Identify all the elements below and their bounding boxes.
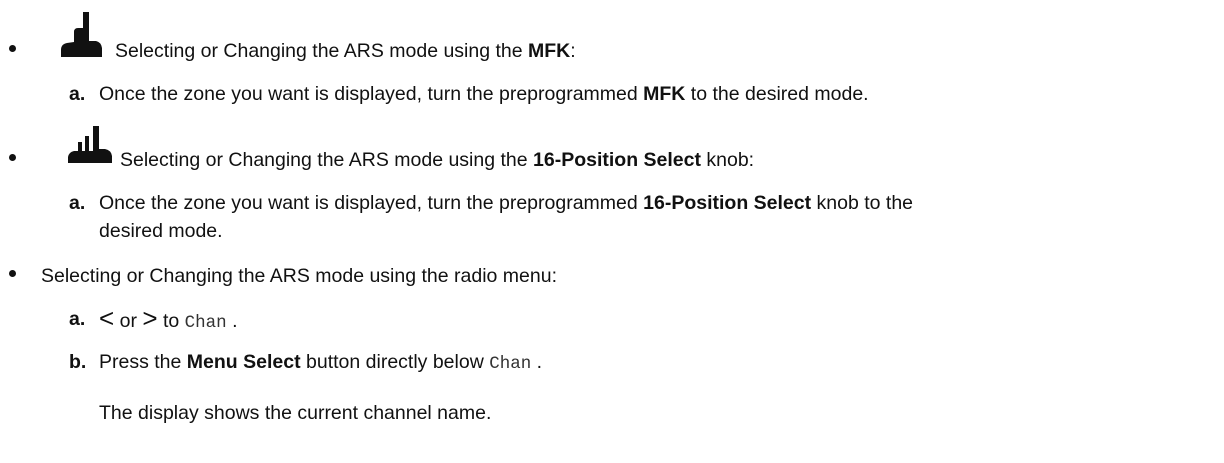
chan-menu-label: Chan: [184, 313, 227, 333]
mfk-term: MFK: [528, 40, 571, 62]
left-arrow-glyph: <: [99, 303, 115, 333]
bullet-marker: [9, 270, 16, 277]
16-position-select-term: 16-Position Select: [643, 192, 812, 214]
step-result-text: The display shows the current channel na…: [99, 402, 492, 424]
menu-select-term: Menu Select: [186, 351, 301, 373]
step-letter: a.: [69, 83, 86, 105]
mfk-knob-icon: [61, 12, 102, 57]
step-text: Press the: [99, 351, 187, 373]
bullet-marker: [9, 154, 16, 161]
mfk-term: MFK: [643, 83, 686, 105]
step-letter: a.: [69, 308, 86, 330]
right-arrow-glyph: >: [142, 303, 158, 333]
step-text: Once the zone you want is displayed, tur…: [99, 192, 644, 214]
16-position-select-term: 16-Position Select: [533, 149, 701, 171]
step-text-continuation: desired mode.: [99, 220, 223, 242]
step-text: Once the zone you want is displayed, tur…: [99, 83, 644, 105]
bullet-text: Selecting or Changing the ARS mode using…: [120, 149, 534, 171]
chan-menu-label: Chan: [489, 354, 532, 374]
16-position-select-knob-icon: [68, 126, 112, 163]
bullet-marker: [9, 45, 16, 52]
step-letter: b.: [69, 351, 87, 373]
bullet-text: Selecting or Changing the ARS mode using…: [41, 265, 557, 287]
bullet-text: Selecting or Changing the ARS mode using…: [115, 40, 529, 62]
step-letter: a.: [69, 192, 86, 214]
